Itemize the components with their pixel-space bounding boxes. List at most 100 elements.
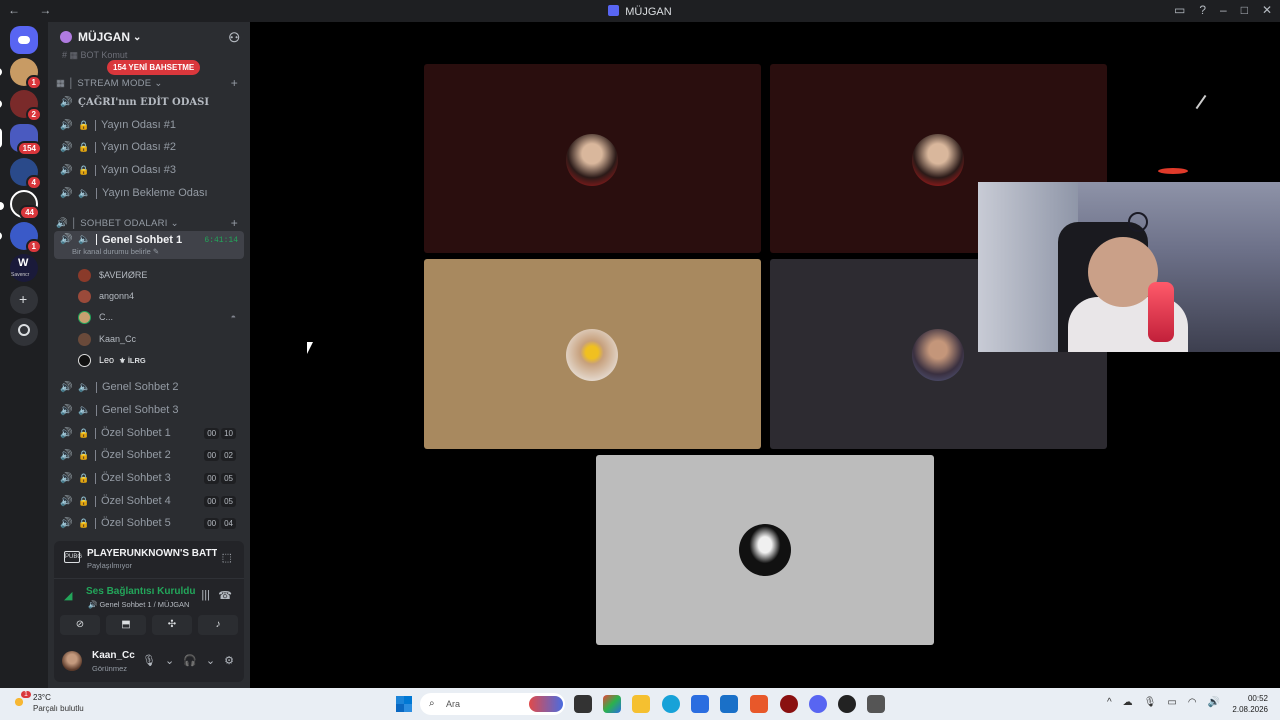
camera-off-button[interactable]: ⊘ [60, 615, 100, 635]
network-icon[interactable]: ☁ [1123, 697, 1133, 708]
avatar [566, 329, 618, 381]
chevron-down-icon[interactable]: ⌄ [206, 654, 215, 667]
voice-user[interactable]: C... ◓ [78, 307, 244, 327]
noise-suppression-icon[interactable]: ||| [201, 589, 210, 601]
server-item-3[interactable]: 154 [0, 124, 42, 156]
streaming-icon: ◓ [230, 312, 236, 322]
server-item-5[interactable]: 44 [0, 190, 40, 220]
server-item-6[interactable]: 1 [0, 222, 42, 254]
store-icon[interactable] [691, 695, 709, 713]
clock[interactable]: 00:52 2.08.2026 [1232, 693, 1268, 715]
channel-genel-sohbet-3[interactable]: 🔊 🔈 Genel Sohbet 3 [54, 399, 244, 421]
channel-edit-odasi[interactable]: 🔊 ÇAĞRI'nın EDİT ODASI [54, 91, 244, 113]
weather-temp: 23°C [33, 693, 51, 702]
display-icon[interactable]: ▭ [1167, 697, 1176, 708]
participant-tile[interactable] [596, 455, 934, 645]
category-stream-mode[interactable]: ▦ │ STREAM MODE ⌄ + [56, 76, 244, 90]
invite-people-icon[interactable]: ⚇ [228, 30, 240, 46]
channel-yayin-3[interactable]: 🔊 🔒 Yayın Odası #3 [54, 159, 244, 181]
gear-icon[interactable]: ⚙ [224, 654, 234, 667]
channel-status-prompt[interactable]: Bir kanal durumu belirle ✎ [72, 247, 159, 256]
voice-user[interactable]: Kaan_Cc [78, 329, 244, 349]
guild-icon [60, 31, 72, 43]
wifi-icon[interactable]: ◠ [1188, 697, 1197, 708]
app-icon[interactable] [867, 695, 885, 713]
discord-home-icon[interactable] [10, 26, 38, 54]
avatar[interactable] [62, 651, 82, 671]
activity-card[interactable]: PUBG PLAYERUNKNOWN'S BATTLEGRO... Paylaş… [54, 541, 244, 577]
add-server-icon[interactable]: + [10, 286, 38, 314]
window-title: MÜJGAN [0, 4, 1280, 18]
voice-status[interactable]: Ses Bağlantısı Kuruldu [86, 586, 195, 597]
channel-ozel-sohbet-5[interactable]: 🔊 🔒 Özel Sohbet 5 00 04 [54, 512, 244, 534]
speaker-icon: 🔊 [60, 495, 73, 507]
voice-user[interactable]: $AVEИØRE [78, 265, 244, 285]
speaker-icon: 🔊 [60, 119, 73, 131]
minimize-icon[interactable]: – [1220, 3, 1227, 17]
channel-ozel-sohbet-1[interactable]: 🔊 🔒 Özel Sohbet 1 00 10 [54, 422, 244, 444]
server-badge: 2 [25, 107, 42, 122]
maximize-icon[interactable]: □ [1241, 3, 1248, 17]
participant-tile[interactable] [424, 64, 761, 253]
voice-user[interactable]: Leo ⚜ İLRG [78, 350, 244, 370]
channel-yayin-bekleme[interactable]: 🔊 🔈 Yayın Bekleme Odası [54, 182, 244, 204]
edge-icon[interactable] [662, 695, 680, 713]
volume-icon[interactable]: 🔊 [1208, 697, 1220, 708]
taskview-icon[interactable] [574, 695, 592, 713]
server-item-7[interactable]: Savencr W [10, 254, 38, 282]
lock-icon: 🔒 [78, 517, 90, 528]
avatar [78, 332, 91, 346]
inbox-icon[interactable]: ▭ [1174, 3, 1185, 17]
add-channel-icon[interactable]: + [231, 216, 238, 230]
mentions-badge[interactable]: 154 YENİ BAHSETME [107, 60, 201, 75]
search-highlight [529, 696, 563, 712]
server-icon [608, 4, 620, 16]
chevron-up-icon[interactable]: ^ [1107, 697, 1112, 708]
channel-ozel-sohbet-2[interactable]: 🔊 🔒 Özel Sohbet 2 00 02 [54, 444, 244, 466]
close-icon[interactable]: ✕ [1262, 3, 1272, 17]
app-icon[interactable] [780, 695, 798, 713]
microphone-icon[interactable]: 🎙 [1144, 697, 1157, 708]
weather-badge: 1 [21, 691, 31, 698]
brave-icon[interactable] [750, 695, 768, 713]
chevron-down-icon[interactable]: ⌄ [165, 654, 174, 667]
channel-ozel-sohbet-4[interactable]: 🔊 🔒 Özel Sohbet 4 00 05 [54, 490, 244, 512]
user-bar: Kaan_Cc Görünmez 🎙 ⌄ 🎧 ⌄ ⚙ [54, 641, 244, 682]
soundboard-button[interactable]: ♪ [198, 615, 238, 635]
voice-user[interactable]: angonn4 [78, 286, 244, 306]
outlook-icon[interactable] [720, 695, 738, 713]
avatar [78, 268, 91, 282]
file-explorer-icon[interactable] [632, 695, 650, 713]
help-icon[interactable]: ? [1199, 3, 1206, 17]
microphone-icon[interactable]: 🎙 [142, 654, 156, 667]
screen-share-button[interactable]: ⬒ [106, 615, 146, 635]
speaker-icon: 🔊 [60, 96, 73, 108]
username[interactable]: Kaan_Cc [92, 650, 135, 661]
discover-icon[interactable] [10, 318, 38, 346]
server-item-1[interactable]: 1 [0, 58, 42, 90]
activities-button[interactable]: ✣ [152, 615, 192, 635]
share-screen-icon[interactable]: ⬚ [222, 551, 232, 564]
channel-genel-sohbet-1[interactable]: 🔊 🔈 Genel Sohbet 1 6:41:14 Bir kanal durum… [54, 231, 244, 259]
overlay-mark [1158, 168, 1188, 174]
guild-header[interactable]: MÜJGAN ⌄ ⚇ [48, 22, 250, 52]
app-icon[interactable] [603, 695, 621, 713]
category-sohbet-odalari[interactable]: 🔊 │ SOHBET ODALARI ⌄ + [56, 216, 244, 230]
channel-yayin-1[interactable]: 🔊 🔒 Yayın Odası #1 [54, 114, 244, 136]
voice-location[interactable]: 🔊 Genel Sohbet 1 / MÜJGAN [88, 600, 189, 609]
start-button[interactable] [396, 696, 412, 712]
channel-yayin-2[interactable]: 🔊 🔒 Yayın Odası #2 [54, 136, 244, 158]
server-item-4[interactable]: 4 [10, 158, 42, 190]
steam-icon[interactable] [838, 695, 856, 713]
server-item-2[interactable]: 2 [0, 90, 42, 122]
add-channel-icon[interactable]: + [231, 76, 238, 90]
channel-ozel-sohbet-3[interactable]: 🔊 🔒 Özel Sohbet 3 00 05 [54, 467, 244, 489]
participant-tile[interactable] [424, 259, 761, 449]
disconnect-icon[interactable]: ☎ [218, 589, 232, 602]
discord-icon[interactable] [809, 695, 827, 713]
channel-genel-sohbet-2[interactable]: 🔊 🔈 Genel Sohbet 2 [54, 376, 244, 398]
weather-desc: Parçalı bulutlu [33, 704, 84, 713]
headphones-icon[interactable]: 🎧 [183, 654, 197, 667]
taskbar-search[interactable]: ⌕ Ara [420, 693, 565, 715]
server-badge: 154 [16, 141, 42, 156]
